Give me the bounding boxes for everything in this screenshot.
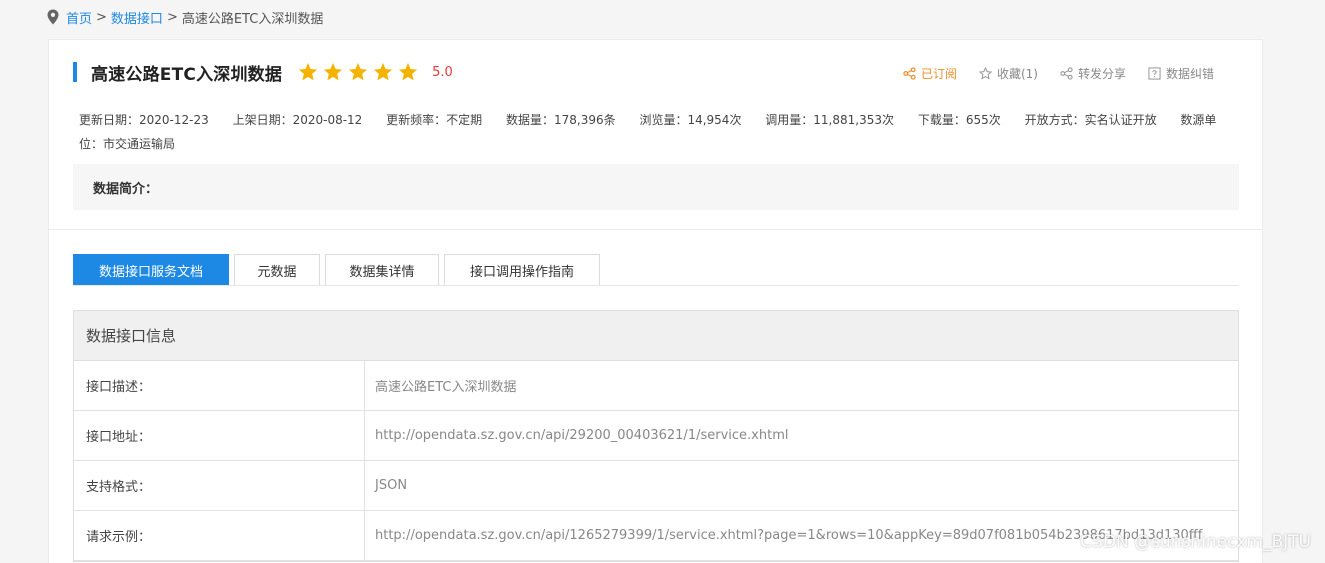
api-url-value: http://opendata.sz.gov.cn/api/29200_0040… bbox=[375, 428, 789, 443]
meta-call-count: 调用量：11,881,353次 bbox=[765, 113, 894, 127]
share-button[interactable]: 转发分享 bbox=[1060, 65, 1126, 82]
subscribed-label: 已订阅 bbox=[920, 67, 957, 81]
data-intro-label: 数据简介： bbox=[93, 181, 159, 197]
api-request-example-key: 请求示例： bbox=[74, 511, 365, 560]
favorite-button[interactable]: 收藏(1) bbox=[978, 65, 1038, 82]
breadcrumb-separator: > bbox=[96, 9, 107, 25]
subscribed-button[interactable]: 已订阅 bbox=[903, 65, 957, 82]
star-icon bbox=[374, 63, 393, 81]
favorite-label: 收藏(1) bbox=[996, 67, 1038, 81]
api-info-table: 数据接口信息 接口描述： 高速公路ETC入深圳数据 接口地址： http://o… bbox=[73, 310, 1239, 562]
title-accent-bar bbox=[73, 62, 77, 82]
tabs-underline bbox=[73, 285, 1239, 286]
star-icon bbox=[399, 63, 418, 81]
meta-access-mode: 开放方式：实名认证开放 bbox=[1024, 113, 1157, 127]
breadcrumb: 首页 > 数据接口 > 高速公路ETC入深圳数据 bbox=[46, 8, 324, 27]
report-error-label: 数据纠错 bbox=[1165, 67, 1214, 81]
share-icon bbox=[1060, 67, 1073, 80]
meta-download-count: 下载量：655次 bbox=[917, 113, 1001, 127]
api-url-key: 接口地址： bbox=[74, 411, 365, 460]
tab-api-docs[interactable]: 数据接口服务文档 bbox=[73, 254, 229, 286]
meta-published-date: 上架日期：2020-08-12 bbox=[232, 113, 363, 127]
location-pin-icon bbox=[47, 9, 59, 25]
star-icon bbox=[349, 63, 368, 81]
question-box-icon bbox=[1148, 67, 1161, 80]
share-label: 转发分享 bbox=[1077, 67, 1126, 81]
table-row: 支持格式： JSON bbox=[74, 461, 1238, 511]
api-description-key: 接口描述： bbox=[74, 361, 365, 410]
subscribe-icon bbox=[903, 67, 916, 80]
csdn-watermark: CSDN @sunshinecxm_BJTU bbox=[1080, 532, 1311, 552]
meta-record-count: 数据量：178,396条 bbox=[506, 113, 616, 127]
table-row: 接口描述： 高速公路ETC入深圳数据 bbox=[74, 361, 1238, 411]
data-intro-box: 数据简介： bbox=[73, 164, 1239, 210]
tab-api-guide[interactable]: 接口调用操作指南 bbox=[444, 254, 600, 286]
breadcrumb-home-link[interactable]: 首页 bbox=[66, 8, 92, 27]
dataset-card: 高速公路ETC入深圳数据 5.0 已订阅 收藏(1) 转发分享 数据纠错 更新日… bbox=[48, 39, 1263, 563]
breadcrumb-current: 高速公路ETC入深圳数据 bbox=[181, 11, 324, 27]
meta-view-count: 浏览量：14,954次 bbox=[639, 113, 742, 127]
dataset-actions: 已订阅 收藏(1) 转发分享 数据纠错 bbox=[881, 65, 1214, 82]
star-icon bbox=[299, 63, 318, 81]
breadcrumb-section-link[interactable]: 数据接口 bbox=[111, 8, 163, 27]
tab-dataset-details[interactable]: 数据集详情 bbox=[325, 254, 439, 286]
api-format-value: JSON bbox=[375, 478, 408, 493]
api-info-header: 数据接口信息 bbox=[74, 311, 1238, 361]
rating-stars bbox=[298, 62, 423, 82]
api-format-key: 支持格式： bbox=[74, 461, 365, 510]
report-error-button[interactable]: 数据纠错 bbox=[1148, 65, 1214, 82]
rating-score: 5.0 bbox=[432, 64, 453, 80]
tab-metadata[interactable]: 元数据 bbox=[234, 254, 320, 286]
table-row: 请求示例： http://opendata.sz.gov.cn/api/1265… bbox=[74, 511, 1238, 561]
star-outline-icon bbox=[978, 67, 992, 80]
api-description-value: 高速公路ETC入深圳数据 bbox=[375, 380, 517, 395]
dataset-meta: 更新日期：2020-12-23 上架日期：2020-08-12 更新频率：不定期… bbox=[79, 108, 1229, 156]
breadcrumb-separator: > bbox=[166, 9, 178, 25]
meta-update-frequency: 更新频率：不定期 bbox=[386, 113, 483, 127]
table-row: 接口地址： http://opendata.sz.gov.cn/api/2920… bbox=[74, 411, 1238, 461]
section-divider bbox=[49, 229, 1262, 230]
title-row: 高速公路ETC入深圳数据 5.0 bbox=[73, 60, 453, 85]
page-title: 高速公路ETC入深圳数据 bbox=[91, 64, 283, 85]
star-icon bbox=[324, 63, 343, 81]
tab-bar: 数据接口服务文档 元数据 数据集详情 接口调用操作指南 bbox=[73, 254, 605, 286]
meta-updated-date: 更新日期：2020-12-23 bbox=[79, 113, 209, 127]
